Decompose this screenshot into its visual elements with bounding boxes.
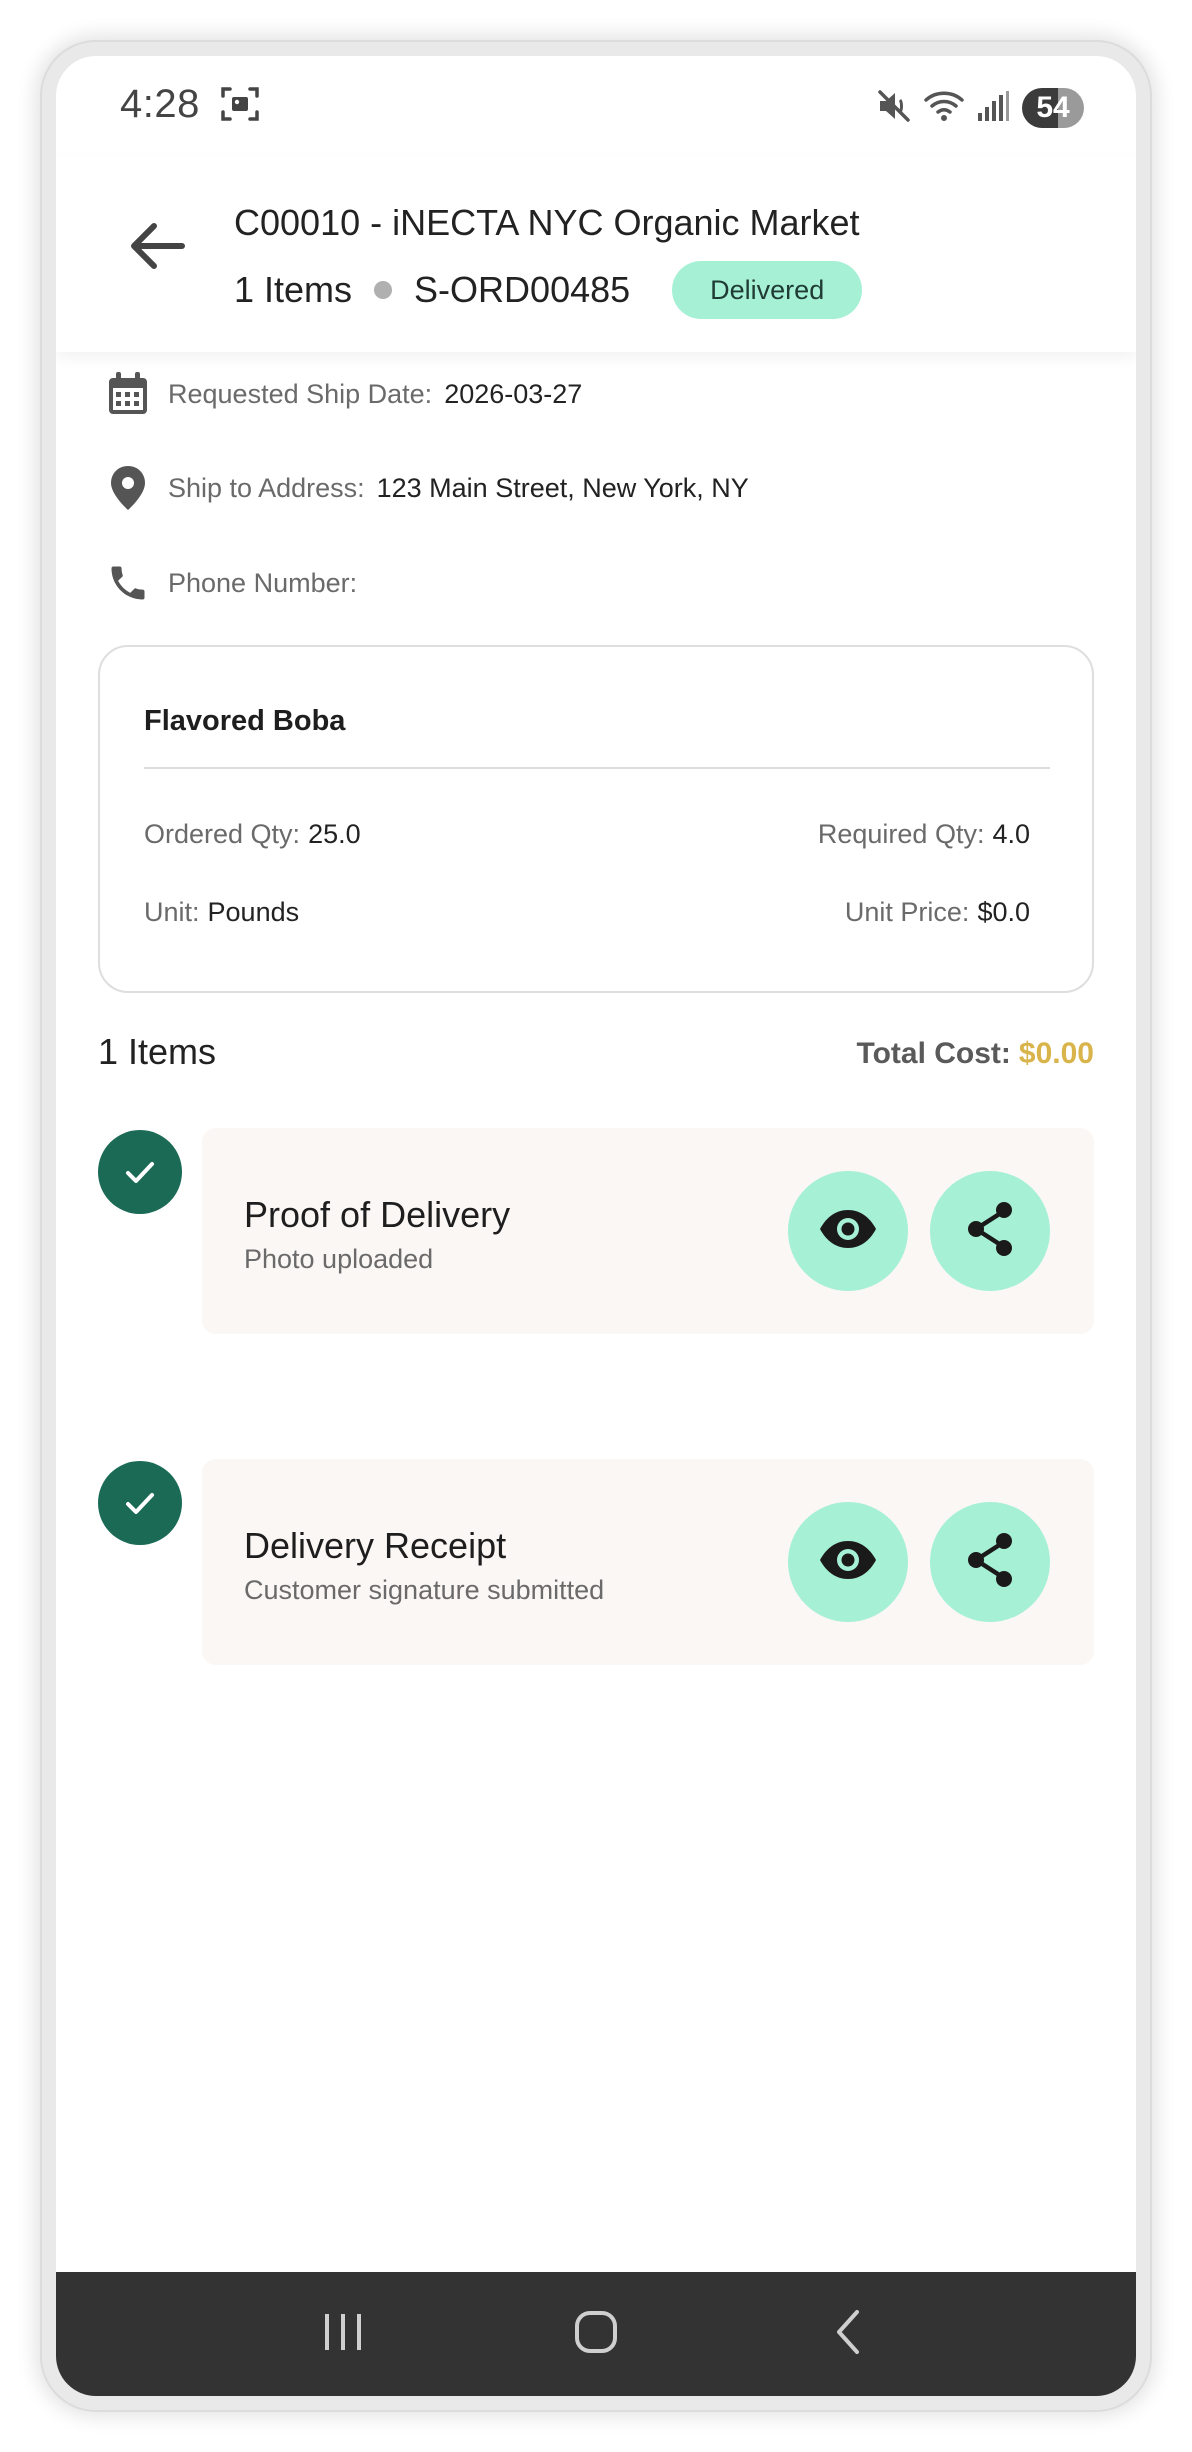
screenshot-icon	[220, 84, 260, 124]
phone-row: Phone Number:	[98, 553, 369, 613]
address-row: Ship to Address: 123 Main Street, New Yo…	[98, 458, 749, 518]
item-card[interactable]: Flavored Boba Ordered Qty: 25.0 Required …	[98, 645, 1094, 993]
unit-label: Unit:	[144, 897, 200, 927]
required-qty-label: Required Qty:	[817, 819, 985, 849]
address-label: Ship to Address:	[168, 472, 365, 503]
recent-apps-button[interactable]	[298, 2289, 388, 2379]
delivery-receipt-title: Delivery Receipt	[244, 1525, 507, 1566]
location-pin-icon	[98, 458, 158, 518]
required-qty: Required Qty: 4.0	[818, 819, 1030, 850]
delivery-receipt-subtitle: Customer signature submitted	[244, 1575, 605, 1605]
item-divider	[144, 767, 1050, 769]
status-bar: 4:28 54	[56, 56, 1136, 156]
receipt-check-icon	[98, 1461, 182, 1545]
home-button[interactable]	[551, 2289, 641, 2379]
item-name: Flavored Boba	[144, 705, 346, 737]
share-icon	[962, 1199, 1018, 1264]
status-icons: 54	[876, 86, 1084, 130]
unit-price-value: $0.0	[977, 897, 1030, 927]
header-items-count: 1 Items	[234, 269, 353, 310]
address-value: 123 Main Street, New York, NY	[376, 472, 749, 503]
share-receipt-button[interactable]	[930, 1502, 1050, 1622]
eye-icon	[818, 1207, 878, 1256]
proof-check-icon	[98, 1130, 182, 1214]
back-nav-button[interactable]	[804, 2289, 894, 2379]
status-badge: Delivered	[672, 261, 863, 319]
view-proof-button[interactable]	[788, 1171, 908, 1291]
required-qty-value: 4.0	[992, 819, 1030, 849]
order-id: S-ORD00485	[414, 269, 631, 310]
unit-price: Unit Price: $0.0	[845, 897, 1030, 928]
status-time: 4:28	[120, 82, 200, 126]
home-icon	[573, 2309, 619, 2360]
view-receipt-button[interactable]	[788, 1502, 908, 1622]
delivery-receipt-card: Delivery Receipt Customer signature subm…	[202, 1459, 1094, 1665]
header-subtitle: 1 Items S-ORD00485 Delivered	[234, 260, 863, 320]
eye-icon	[818, 1538, 878, 1587]
ship-date-label: Requested Ship Date:	[168, 378, 433, 409]
chevron-left-icon	[827, 2308, 871, 2361]
total-cost-label: Total Cost:	[856, 1037, 1011, 1070]
ordered-qty-label: Ordered Qty:	[144, 819, 301, 849]
ship-date-value: 2026-03-27	[444, 378, 583, 409]
page-title: C00010 - iNECTA NYC Organic Market	[234, 202, 860, 243]
ordered-qty-value: 25.0	[308, 819, 361, 849]
arrow-left-icon	[120, 223, 196, 288]
recent-apps-icon	[321, 2310, 365, 2359]
unit-value: Pounds	[207, 897, 300, 927]
signal-icon	[976, 89, 1010, 128]
wifi-icon	[924, 88, 964, 129]
phone-icon	[98, 553, 158, 613]
proof-of-delivery-subtitle: Photo uploaded	[244, 1244, 434, 1274]
system-nav-bar	[56, 2272, 1136, 2396]
items-count: 1 Items	[98, 1031, 217, 1072]
proof-of-delivery-title: Proof of Delivery	[244, 1194, 511, 1235]
back-button[interactable]	[120, 208, 196, 284]
share-proof-button[interactable]	[930, 1171, 1050, 1291]
separator-dot	[374, 281, 393, 299]
app-header: C00010 - iNECTA NYC Organic Market 1 Ite…	[56, 156, 1136, 352]
unit: Unit: Pounds	[144, 897, 299, 928]
battery-icon: 54	[1022, 88, 1084, 128]
phone-label: Phone Number:	[168, 567, 358, 598]
total-cost-value: $0.00	[1018, 1037, 1094, 1070]
ship-date-row: Requested Ship Date: 2026-03-27	[98, 364, 582, 424]
mute-icon	[876, 88, 912, 129]
phone-screen: 4:28 54 C00010 - iNECTA NYC Organic Mark…	[56, 56, 1136, 2396]
proof-of-delivery-card: Proof of Delivery Photo uploaded	[202, 1128, 1094, 1334]
calendar-icon	[98, 364, 158, 424]
total-cost: Total Cost: $0.00	[856, 1037, 1094, 1071]
ordered-qty: Ordered Qty: 25.0	[144, 819, 361, 850]
unit-price-label: Unit Price:	[844, 897, 970, 927]
share-icon	[962, 1530, 1018, 1595]
